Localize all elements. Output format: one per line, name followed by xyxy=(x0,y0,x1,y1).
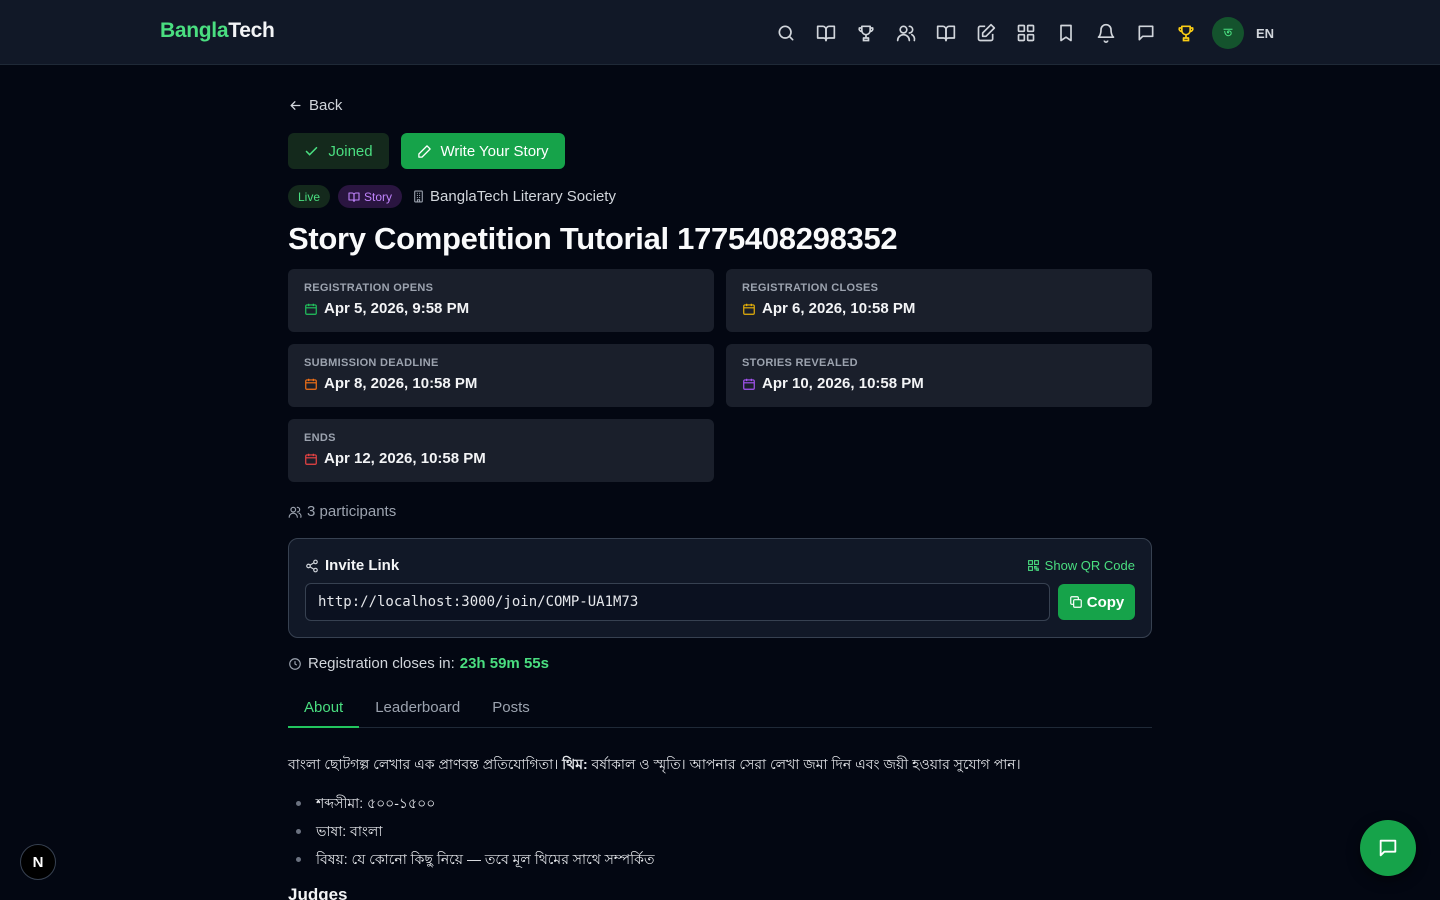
book-open-icon[interactable] xyxy=(812,18,840,48)
trophy-icon[interactable] xyxy=(1172,18,1200,48)
participants-label: 3 participants xyxy=(307,503,397,520)
status-badge: Live xyxy=(288,185,331,208)
about-section: বাংলা ছোটগল্প লেখার এক প্রাণবন্ত প্রতিযো… xyxy=(288,753,1152,900)
share-icon xyxy=(306,559,318,572)
about-theme-label: থিম: xyxy=(562,756,588,772)
calendar-icon xyxy=(743,303,755,315)
about-intro: বাংলা ছোটগল্প লেখার এক প্রাণবন্ত প্রতিযো… xyxy=(288,753,1152,775)
type-badge: Story xyxy=(338,185,403,208)
language-toggle[interactable]: EN xyxy=(1256,26,1274,41)
tab-posts[interactable]: Posts xyxy=(476,693,546,728)
copy-label: Copy xyxy=(1086,593,1125,611)
date-label: REGISTRATION OPENS xyxy=(304,282,434,294)
date-card-submission-deadline: SUBMISSION DEADLINE Apr 8, 2026, 10:58 P… xyxy=(288,344,714,407)
pencil-icon xyxy=(418,144,432,158)
bell-icon[interactable] xyxy=(1092,18,1120,48)
back-label: Back xyxy=(309,97,343,114)
invite-heading: Invite Link xyxy=(305,557,399,574)
date-value: Apr 8, 2026, 10:58 PM xyxy=(324,375,478,392)
date-value: Apr 12, 2026, 10:58 PM xyxy=(324,450,486,467)
next-dev-indicator[interactable]: N xyxy=(20,844,56,880)
top-navbar: BanglaTech ত EN xyxy=(0,0,1440,65)
calendar-icon xyxy=(305,378,317,390)
show-qr-button[interactable]: Show QR Code xyxy=(1027,558,1135,573)
brand-logo[interactable]: BanglaTech xyxy=(160,19,275,43)
calendar-icon xyxy=(305,453,317,465)
list-item: বিষয়: যে কোনো কিছু নিয়ে — তবে মূল থিমে… xyxy=(296,845,1152,873)
rules-list: শব্দসীমা: ৫০০-১৫০০ ভাষা: বাংলা বিষয়: যে… xyxy=(288,789,1152,873)
building-icon xyxy=(414,190,423,203)
date-card-registration-closes: REGISTRATION CLOSES Apr 6, 2026, 10:58 P… xyxy=(726,269,1152,332)
date-value: Apr 10, 2026, 10:58 PM xyxy=(762,375,924,392)
tab-bar: About Leaderboard Posts xyxy=(288,693,1152,728)
qr-code-icon xyxy=(1027,560,1039,571)
write-story-label: Write Your Story xyxy=(440,142,549,160)
list-item: শব্দসীমা: ৫০০-১৫০০ xyxy=(296,789,1152,817)
calendar-icon xyxy=(743,378,755,390)
back-link[interactable]: Back xyxy=(288,97,342,114)
joined-button[interactable]: Joined xyxy=(288,133,389,169)
date-value-row: Apr 6, 2026, 10:58 PM xyxy=(742,300,1136,317)
countdown-label: Registration closes in: xyxy=(308,655,455,672)
date-label: REGISTRATION CLOSES xyxy=(742,282,879,294)
bookmark-icon[interactable] xyxy=(1052,18,1080,48)
invite-link-card: Invite Link Show QR Code http://localhos… xyxy=(288,538,1152,638)
message-icon[interactable] xyxy=(1132,18,1160,48)
date-card-stories-revealed: STORIES REVEALED Apr 10, 2026, 10:58 PM xyxy=(726,344,1152,407)
countdown-value: 23h 59m 55s xyxy=(459,655,549,672)
date-label: STORIES REVEALED xyxy=(742,357,858,369)
user-avatar[interactable]: ত xyxy=(1212,17,1244,49)
organizer-name: BanglaTech Literary Society xyxy=(430,188,616,205)
date-label: SUBMISSION DEADLINE xyxy=(304,357,439,369)
date-value: Apr 5, 2026, 9:58 PM xyxy=(324,300,470,317)
invite-heading-label: Invite Link xyxy=(325,557,400,574)
search-icon[interactable] xyxy=(772,18,800,48)
page-title: Story Competition Tutorial 1775408298352 xyxy=(288,221,898,256)
brand-part-1: Bangla xyxy=(160,19,229,42)
message-icon xyxy=(1379,839,1397,857)
badge-row: Live Story BanglaTech Literary Society xyxy=(288,185,616,208)
trophy-icon[interactable] xyxy=(852,18,880,48)
date-value-row: Apr 5, 2026, 9:58 PM xyxy=(304,300,698,317)
date-card-ends: ENDS Apr 12, 2026, 10:58 PM xyxy=(288,419,714,482)
book-open-icon xyxy=(348,191,360,202)
date-label: ENDS xyxy=(304,432,336,444)
list-item: ভাষা: বাংলা xyxy=(296,817,1152,845)
date-value-row: Apr 12, 2026, 10:58 PM xyxy=(304,450,698,467)
write-story-button[interactable]: Write Your Story xyxy=(401,133,565,169)
joined-label: Joined xyxy=(328,142,373,160)
users-icon xyxy=(288,506,302,518)
date-value: Apr 6, 2026, 10:58 PM xyxy=(762,300,916,317)
check-icon xyxy=(306,146,318,156)
pencil-square-icon[interactable] xyxy=(972,18,1000,48)
users-icon[interactable] xyxy=(892,18,920,48)
about-theme-text: বর্ষাকাল ও স্মৃতি। আপনার সেরা লেখা জমা দ… xyxy=(587,756,1021,772)
registration-countdown: Registration closes in: 23h 59m 55s xyxy=(288,655,549,672)
date-card-registration-opens: REGISTRATION OPENS Apr 5, 2026, 9:58 PM xyxy=(288,269,714,332)
copy-icon xyxy=(1069,596,1082,608)
arrow-left-icon xyxy=(290,101,301,110)
show-qr-label: Show QR Code xyxy=(1044,558,1135,573)
organizer: BanglaTech Literary Society xyxy=(412,188,616,205)
clock-icon xyxy=(289,657,301,670)
invite-url-field[interactable]: http://localhost:3000/join/COMP-UA1M73 xyxy=(305,583,1050,621)
judges-heading: Judges xyxy=(288,885,348,900)
about-intro-text: বাংলা ছোটগল্প লেখার এক প্রাণবন্ত প্রতিযো… xyxy=(288,756,563,772)
tab-leaderboard[interactable]: Leaderboard xyxy=(359,693,476,728)
tab-about[interactable]: About xyxy=(288,693,360,728)
brand-part-2: Tech xyxy=(228,19,275,42)
date-value-row: Apr 8, 2026, 10:58 PM xyxy=(304,375,698,392)
grid-icon[interactable] xyxy=(1012,18,1040,48)
participants-count: 3 participants xyxy=(288,503,396,520)
date-value-row: Apr 10, 2026, 10:58 PM xyxy=(742,375,1136,392)
chat-button[interactable] xyxy=(1360,820,1416,876)
calendar-icon xyxy=(305,303,317,315)
book-open-icon[interactable] xyxy=(932,18,960,48)
type-badge-label: Story xyxy=(364,189,393,204)
copy-button[interactable]: Copy xyxy=(1058,584,1135,620)
nav-icon-bar: ত EN xyxy=(772,17,1274,49)
